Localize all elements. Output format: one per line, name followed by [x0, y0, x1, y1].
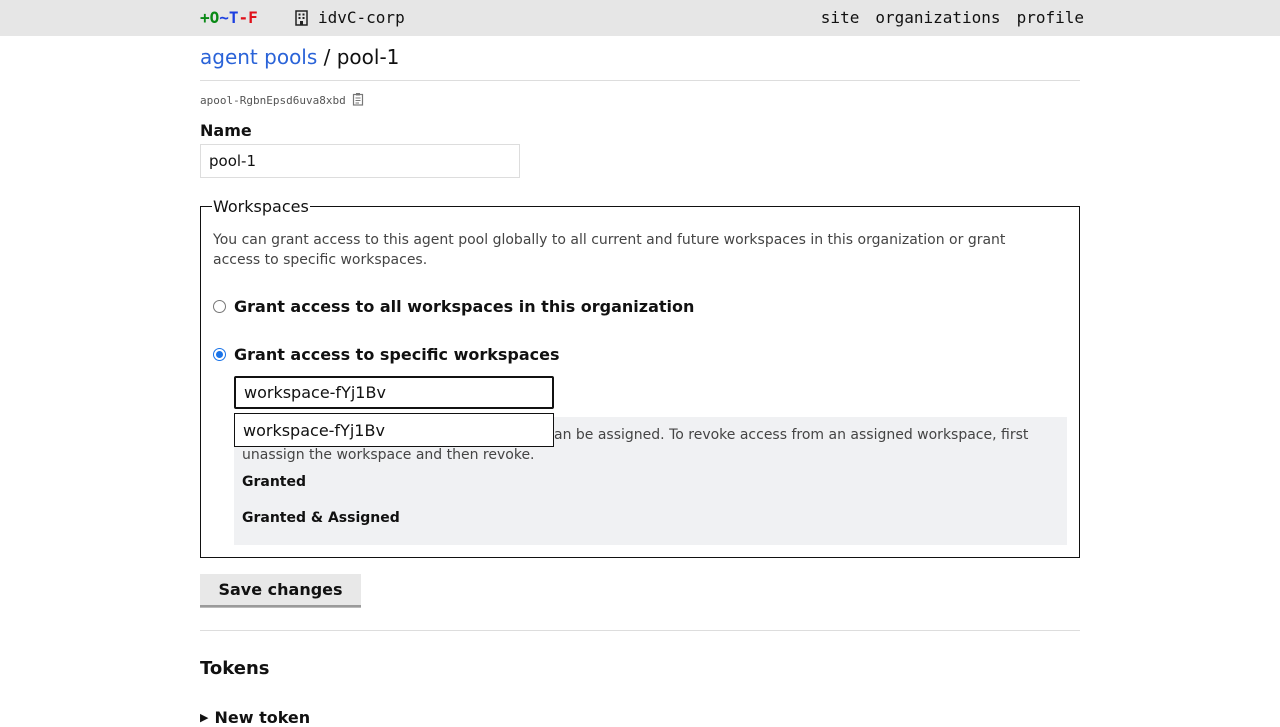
grant-specific-label[interactable]: Grant access to specific workspaces	[234, 345, 560, 364]
divider	[200, 80, 1080, 81]
workspaces-legend: Workspaces	[212, 197, 310, 216]
granted-label: Granted	[242, 474, 307, 490]
organization-name: idvC-corp	[318, 8, 405, 27]
logo-part-1: +O	[200, 8, 220, 27]
save-changes-button[interactable]: Save changes	[200, 574, 361, 607]
organization-link[interactable]: idvC-corp	[294, 8, 405, 27]
pool-id: apool-RgbnEpsd6uva8xbd	[200, 92, 366, 109]
top-bar: +O~T-F idvC-corp site organizations prof…	[0, 0, 1280, 36]
logo-part-3: -F	[238, 8, 258, 27]
workspaces-description: You can grant access to this agent pool …	[213, 232, 1006, 268]
name-label: Name	[200, 121, 252, 140]
new-token-label: New token	[214, 708, 311, 727]
divider	[200, 630, 1080, 631]
clipboard-icon[interactable]	[352, 92, 366, 109]
logo-part-2: ~T	[219, 8, 239, 27]
nav-organizations-link[interactable]: organizations	[875, 8, 1000, 27]
grant-all-label[interactable]: Grant access to all workspaces in this o…	[234, 297, 694, 316]
tokens-heading: Tokens	[200, 658, 270, 679]
grant-specific-radio[interactable]	[213, 348, 226, 361]
nav-profile-link[interactable]: profile	[1017, 8, 1084, 27]
top-nav: site organizations profile	[821, 8, 1084, 27]
building-icon	[294, 9, 310, 26]
triangle-right-icon: ▶	[200, 711, 209, 724]
workspace-search-input[interactable]	[234, 376, 554, 409]
pool-id-text: apool-RgbnEpsd6uva8xbd	[200, 94, 346, 107]
nav-site-link[interactable]: site	[821, 8, 860, 27]
breadcrumb-current: pool-1	[336, 45, 400, 69]
workspace-option-label: workspace-fYj1Bv	[243, 420, 385, 440]
breadcrumb: agent pools / pool-1	[200, 45, 399, 69]
logo[interactable]: +O~T-F	[200, 8, 258, 27]
workspace-dropdown-option[interactable]: workspace-fYj1Bv	[234, 413, 554, 447]
new-token-toggle[interactable]: ▶ New token	[200, 708, 310, 727]
granted-assigned-label: Granted & Assigned	[242, 510, 400, 526]
grant-all-radio[interactable]	[213, 300, 226, 313]
name-input[interactable]	[200, 144, 520, 178]
breadcrumb-separator: /	[317, 45, 337, 69]
breadcrumb-agent-pools-link[interactable]: agent pools	[200, 45, 317, 69]
